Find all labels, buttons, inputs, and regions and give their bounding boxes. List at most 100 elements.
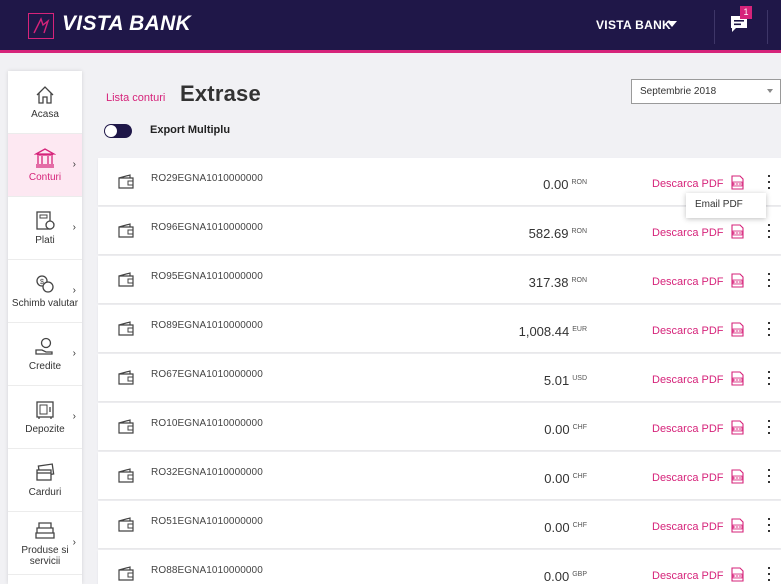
balance-value: 0.00 xyxy=(543,177,569,192)
pdf-icon[interactable] xyxy=(730,567,745,582)
wallet-icon xyxy=(118,419,134,434)
table-row: RO29EGNA1010000000 0.00 RON Descarca PDF xyxy=(98,158,781,205)
more-options-icon[interactable] xyxy=(766,322,772,336)
download-pdf-link[interactable]: Descarca PDF xyxy=(652,423,724,435)
balance-value: 0.00 xyxy=(544,471,570,486)
balance-value: 0.00 xyxy=(544,520,570,535)
safe-icon xyxy=(36,401,54,419)
logo-icon xyxy=(28,13,54,39)
account-balance: 5.01 USD xyxy=(544,373,587,388)
email-pdf-menu-item[interactable]: Email PDF xyxy=(686,193,766,218)
chevron-down-icon[interactable] xyxy=(767,89,773,93)
more-options-icon[interactable] xyxy=(766,469,772,483)
wallet-icon xyxy=(118,174,134,189)
export-multiplu-label: Export Multiplu xyxy=(150,124,231,136)
more-options-icon[interactable] xyxy=(766,224,772,238)
sidebar-item-label: Carduri xyxy=(28,487,62,498)
download-pdf-link[interactable]: Descarca PDF xyxy=(652,374,724,386)
pdf-icon[interactable] xyxy=(730,322,745,337)
download-pdf-link[interactable]: Descarca PDF xyxy=(652,178,724,190)
sidebar-item-produse-si-servicii[interactable]: Produse si servicii › xyxy=(8,512,82,575)
wallet-icon xyxy=(118,321,134,336)
pdf-icon[interactable] xyxy=(730,175,745,190)
chevron-right-icon: › xyxy=(72,159,76,170)
bank-selector[interactable]: VISTA BANK xyxy=(596,18,671,32)
table-row: RO32EGNA1010000000 0.00 CHF Descarca PDF xyxy=(98,452,781,499)
more-options-icon[interactable] xyxy=(766,371,772,385)
sidebar-item-conturi[interactable]: Conturi › xyxy=(8,134,82,197)
sidebar-item-credite[interactable]: Credite › xyxy=(8,323,82,386)
pdf-icon[interactable] xyxy=(730,469,745,484)
sidebar-item-carduri[interactable]: Carduri xyxy=(8,449,82,512)
pdf-icon[interactable] xyxy=(730,518,745,533)
download-pdf-link[interactable]: Descarca PDF xyxy=(652,227,724,239)
download-pdf-link[interactable]: Descarca PDF xyxy=(652,325,724,337)
sidebar-item-label: Conturi xyxy=(28,172,62,183)
currency-code: EUR xyxy=(572,326,587,333)
account-iban: RO89EGNA1010000000 xyxy=(151,320,263,331)
sidebar-item-acasa[interactable]: Acasa xyxy=(8,71,82,134)
account-balance: 0.00 GBP xyxy=(544,569,587,584)
currency-code: RON xyxy=(571,277,587,284)
currency-code: RON xyxy=(571,179,587,186)
currency-code: USD xyxy=(572,375,587,382)
wallet-icon xyxy=(118,272,134,287)
pdf-icon[interactable] xyxy=(730,224,745,239)
page-title: Extrase xyxy=(180,81,261,106)
exchange-icon: $ xyxy=(36,275,54,293)
wallet-icon xyxy=(118,566,134,581)
account-iban: RO51EGNA1010000000 xyxy=(151,516,263,527)
balance-value: 317.38 xyxy=(528,275,569,290)
credit-icon xyxy=(35,337,53,355)
account-iban: RO96EGNA1010000000 xyxy=(151,222,263,233)
payment-icon xyxy=(36,211,55,230)
sidebar-item-schimb-valutar[interactable]: $ Schimb valutar › xyxy=(8,260,82,323)
breadcrumb[interactable]: Lista conturi xyxy=(106,92,165,104)
month-select[interactable]: Septembrie 2018 xyxy=(631,79,781,104)
pdf-icon[interactable] xyxy=(730,420,745,435)
more-options-icon[interactable] xyxy=(766,175,772,189)
sidebar: Acasa Conturi › Plati › $ Schimb valutar… xyxy=(8,71,82,584)
table-row: RO89EGNA1010000000 1,008.44 EUR Descarca PD… xyxy=(98,305,781,352)
sidebar-item-plati[interactable]: Plati › xyxy=(8,197,82,260)
sidebar-item-depozite[interactable]: Depozite › xyxy=(8,386,82,449)
table-row: RO10EGNA1010000000 0.00 CHF Descarca PDF xyxy=(98,403,781,450)
sidebar-item-label: Depozite xyxy=(25,424,65,435)
logo-text: VISTA BANK xyxy=(62,12,191,35)
products-icon xyxy=(35,521,55,539)
download-pdf-link[interactable]: Descarca PDF xyxy=(652,521,724,533)
account-iban: RO88EGNA1010000000 xyxy=(151,565,263,576)
pdf-icon[interactable] xyxy=(730,273,745,288)
account-balance: 0.00 RON xyxy=(543,177,587,192)
table-row: RO67EGNA1010000000 5.01 USD Descarca PDF xyxy=(98,354,781,401)
currency-code: CHF xyxy=(572,424,587,431)
top-bar: VISTA BANK VISTA BANK 1 xyxy=(0,0,781,53)
balance-value: 0.00 xyxy=(544,422,570,437)
account-balance: 0.00 CHF xyxy=(544,520,587,535)
export-multiplu-toggle[interactable] xyxy=(104,124,132,138)
chevron-right-icon: › xyxy=(72,222,76,233)
sidebar-item-label: Acasa xyxy=(31,109,59,120)
account-iban: RO29EGNA1010000000 xyxy=(151,173,263,184)
chevron-down-icon[interactable] xyxy=(667,21,677,27)
currency-code: RON xyxy=(571,228,587,235)
download-pdf-link[interactable]: Descarca PDF xyxy=(652,276,724,288)
account-balance: 317.38 RON xyxy=(529,275,587,290)
account-balance: 0.00 CHF xyxy=(544,422,587,437)
wallet-icon xyxy=(118,517,134,532)
balance-value: 582.69 xyxy=(528,226,569,241)
download-pdf-link[interactable]: Descarca PDF xyxy=(652,472,724,484)
table-row: RO88EGNA1010000000 0.00 GBP Descarca PDF xyxy=(98,550,781,584)
account-iban: RO67EGNA1010000000 xyxy=(151,369,263,380)
chevron-right-icon: › xyxy=(72,411,76,422)
wallet-icon xyxy=(118,468,134,483)
sidebar-item-label: Schimb valutar xyxy=(11,298,79,309)
more-options-icon[interactable] xyxy=(766,567,772,581)
more-options-icon[interactable] xyxy=(766,273,772,287)
pdf-icon[interactable] xyxy=(730,371,745,386)
more-options-icon[interactable] xyxy=(766,420,772,434)
bank-icon xyxy=(34,148,56,168)
download-pdf-link[interactable]: Descarca PDF xyxy=(652,570,724,582)
notification-badge: 1 xyxy=(740,6,752,19)
more-options-icon[interactable] xyxy=(766,518,772,532)
